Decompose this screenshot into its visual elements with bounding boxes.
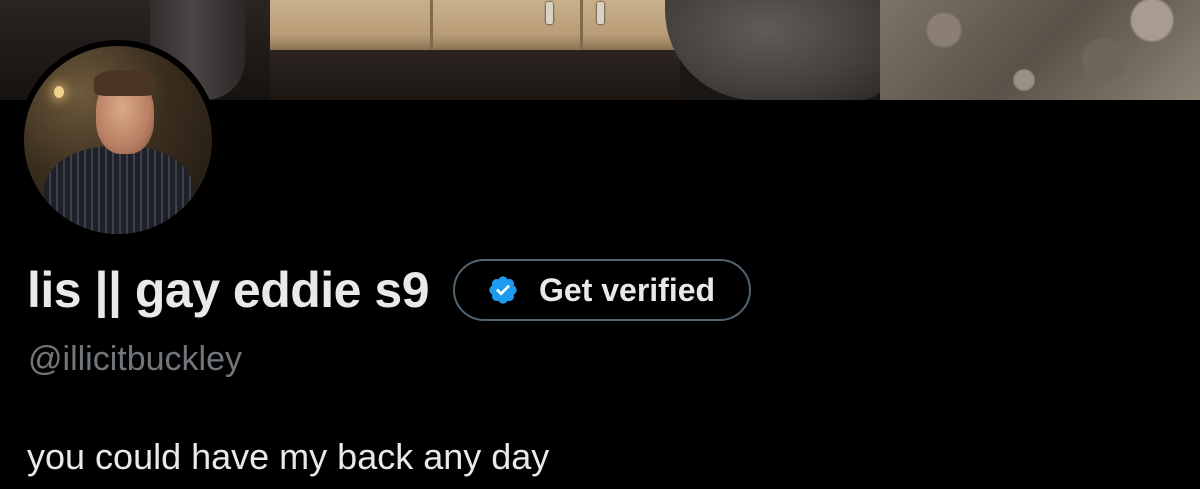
cabinet-divider bbox=[580, 0, 583, 50]
banner-granite-region bbox=[880, 0, 1200, 100]
profile-bio: you could have my back any day bbox=[27, 436, 550, 477]
cabinet-divider bbox=[430, 0, 433, 50]
banner-cabinets bbox=[270, 0, 680, 50]
avatar-body bbox=[44, 146, 194, 234]
display-name: lis || gay eddie s9 bbox=[27, 262, 430, 318]
get-verified-label: Get verified bbox=[539, 271, 716, 308]
avatar-photo bbox=[24, 46, 212, 234]
avatar-lamp bbox=[54, 86, 64, 98]
banner-shirt-region bbox=[665, 0, 890, 100]
avatar[interactable] bbox=[18, 40, 218, 240]
banner-counter bbox=[270, 50, 680, 100]
cabinet-handle bbox=[597, 2, 604, 24]
user-handle: @illicitbuckley bbox=[28, 340, 243, 378]
get-verified-button[interactable]: Get verified bbox=[453, 259, 752, 321]
name-row: lis || gay eddie s9 Get verified bbox=[27, 258, 752, 322]
avatar-hair bbox=[94, 70, 156, 96]
verified-badge-icon bbox=[489, 276, 517, 304]
cabinet-handle bbox=[546, 2, 553, 24]
